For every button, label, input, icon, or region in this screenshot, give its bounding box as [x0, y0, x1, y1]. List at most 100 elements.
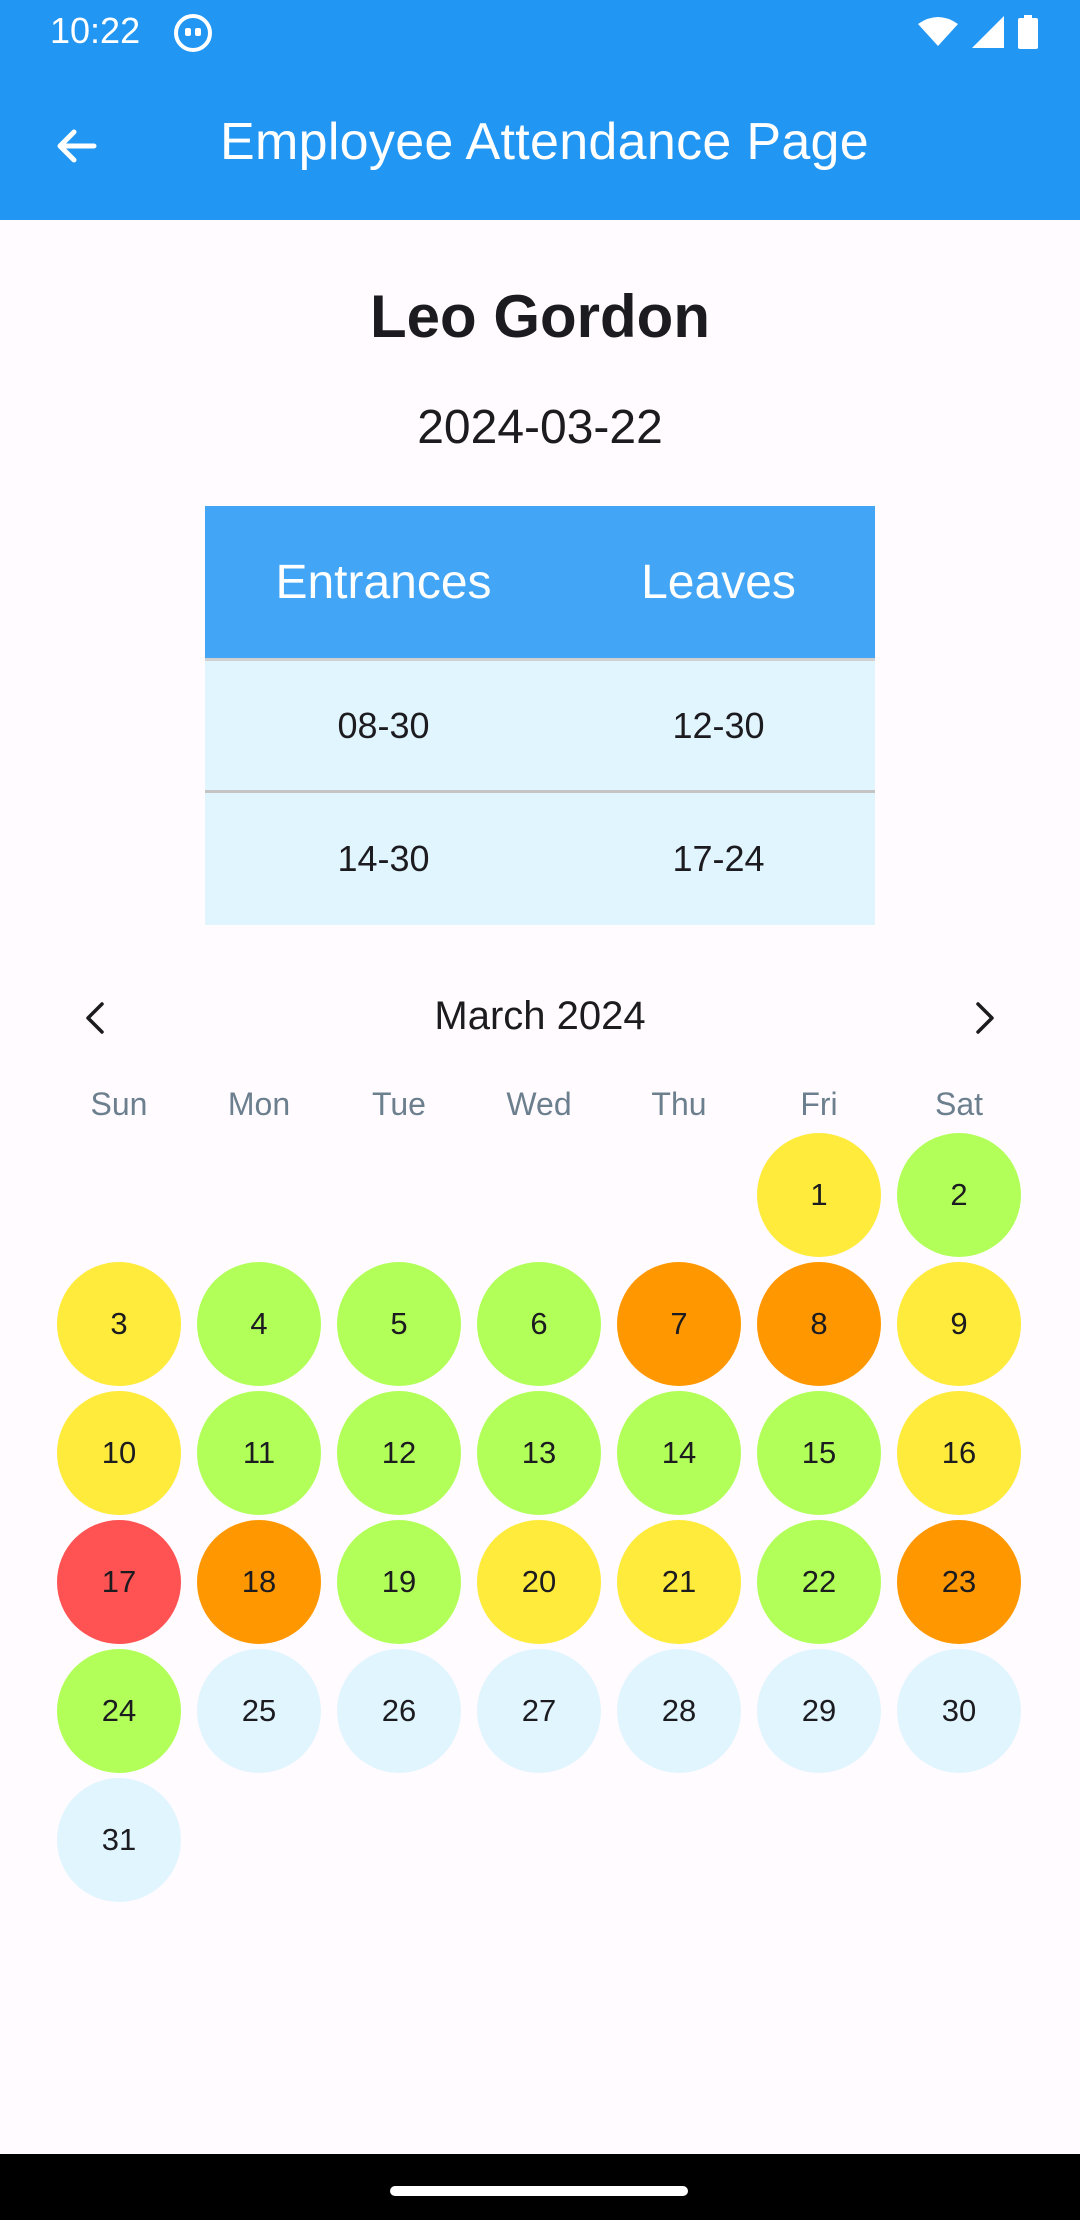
calendar-day-cell: 13	[469, 1388, 609, 1517]
calendar-day-cell: 24	[49, 1646, 189, 1775]
calendar-day-cell: 18	[189, 1517, 329, 1646]
calendar-day-cell: 20	[469, 1517, 609, 1646]
empty-day-cell	[189, 1130, 329, 1259]
calendar-day-cell: 17	[49, 1517, 189, 1646]
calendar-day-26[interactable]: 26	[337, 1648, 461, 1773]
calendar-day-22[interactable]: 22	[757, 1519, 881, 1644]
calendar-day-25[interactable]: 25	[197, 1648, 321, 1773]
header-entrances: Entrances	[275, 555, 492, 609]
next-month-button[interactable]	[948, 982, 1020, 1054]
selected-date: 2024-03-22	[417, 401, 663, 454]
calendar-day-cell: 26	[329, 1646, 469, 1775]
weekday-label: Mon	[227, 1086, 291, 1122]
calendar-day-28[interactable]: 28	[617, 1648, 741, 1773]
attendance-table: Entrances Leaves 08-30 12-30 14-30 17-24	[205, 506, 875, 925]
calendar-day-cell: 8	[749, 1259, 889, 1388]
cell-signal-icon	[972, 16, 1004, 48]
calendar-day-8[interactable]: 8	[757, 1261, 881, 1386]
employee-name: Leo Gordon	[370, 283, 710, 350]
calendar-day-5[interactable]: 5	[337, 1261, 461, 1386]
calendar-day-27[interactable]: 27	[477, 1648, 601, 1773]
calendar-day-cell: 12	[329, 1388, 469, 1517]
calendar-day-2[interactable]: 2	[897, 1132, 1021, 1257]
calendar-day-31[interactable]: 31	[57, 1777, 181, 1902]
chevron-right-icon	[976, 1002, 994, 1034]
home-gesture-handle[interactable]	[390, 2186, 688, 2196]
calendar-day-cell: 4	[189, 1259, 329, 1388]
calendar-day-16[interactable]: 16	[897, 1390, 1021, 1515]
navigation-bar	[0, 2154, 1080, 2220]
calendar-day-cell: 2	[889, 1130, 1029, 1259]
back-button[interactable]	[40, 110, 112, 182]
calendar-day-24[interactable]: 24	[57, 1648, 181, 1773]
calendar-day-cell: 10	[49, 1388, 189, 1517]
weekday-header: Sun Mon Tue Wed Thu Fri Sat	[49, 1086, 1029, 1123]
calendar-day-cell: 7	[609, 1259, 749, 1388]
calendar-day-6[interactable]: 6	[477, 1261, 601, 1386]
leave-cell: 17-24	[672, 838, 765, 879]
arrow-left-icon	[57, 129, 97, 163]
app-bar: Employee Attendance Page	[0, 64, 1080, 220]
calendar-day-12[interactable]: 12	[337, 1390, 461, 1515]
calendar-day-18[interactable]: 18	[197, 1519, 321, 1644]
weekday-label: Wed	[506, 1086, 572, 1122]
table-row: 14-30 17-24	[205, 793, 875, 925]
wifi-icon	[918, 17, 958, 46]
calendar-day-cell: 30	[889, 1646, 1029, 1775]
status-time: 10:22	[50, 10, 141, 51]
calendar-day-cell: 15	[749, 1388, 889, 1517]
weekday-label: Tue	[372, 1086, 426, 1122]
calendar-grid: 1 2 3 4 5 6 7 8 9 10 11 12 13 14 15 16 17 18 19 20 21 22 23 24 2…	[49, 1130, 1029, 1904]
app-notification-icon	[174, 14, 212, 52]
calendar-day-cell: 16	[889, 1388, 1029, 1517]
weekday-label: Sat	[934, 1086, 984, 1122]
calendar-day-30[interactable]: 30	[897, 1648, 1021, 1773]
table-row: 08-30 12-30	[205, 661, 875, 793]
weekday-label: Thu	[651, 1086, 707, 1122]
entrance-cell: 14-30	[337, 838, 430, 879]
calendar-day-14[interactable]: 14	[617, 1390, 741, 1515]
entrance-cell: 08-30	[337, 704, 430, 746]
calendar-day-20[interactable]: 20	[477, 1519, 601, 1644]
calendar-day-cell: 6	[469, 1259, 609, 1388]
calendar-day-11[interactable]: 11	[197, 1390, 321, 1515]
header-leaves: Leaves	[641, 555, 796, 609]
calendar-day-7[interactable]: 7	[617, 1261, 741, 1386]
calendar-day-15[interactable]: 15	[757, 1390, 881, 1515]
calendar-day-cell: 1	[749, 1130, 889, 1259]
calendar-day-cell: 19	[329, 1517, 469, 1646]
calendar-day-cell: 3	[49, 1259, 189, 1388]
weekday-label: Fri	[800, 1086, 838, 1122]
empty-day-cell	[609, 1130, 749, 1259]
empty-day-cell	[469, 1130, 609, 1259]
calendar-day-cell: 11	[189, 1388, 329, 1517]
calendar-day-cell: 5	[329, 1259, 469, 1388]
calendar-day-1[interactable]: 1	[757, 1132, 881, 1257]
calendar-day-cell: 25	[189, 1646, 329, 1775]
calendar-day-13[interactable]: 13	[477, 1390, 601, 1515]
calendar-day-cell: 31	[49, 1775, 189, 1904]
calendar-day-29[interactable]: 29	[757, 1648, 881, 1773]
calendar-day-cell: 21	[609, 1517, 749, 1646]
weekday-label: Sun	[90, 1086, 148, 1122]
calendar-day-19[interactable]: 19	[337, 1519, 461, 1644]
calendar-day-cell: 22	[749, 1517, 889, 1646]
table-header-row: Entrances Leaves	[205, 506, 875, 661]
calendar-header: March 2024	[60, 978, 1020, 1058]
calendar-day-cell: 27	[469, 1646, 609, 1775]
calendar-day-23[interactable]: 23	[897, 1519, 1021, 1644]
calendar-day-3[interactable]: 3	[57, 1261, 181, 1386]
calendar-month-label: March 2024	[434, 994, 646, 1038]
status-bar: 10:22	[0, 0, 1080, 64]
empty-day-cell	[329, 1130, 469, 1259]
status-icons	[918, 14, 1038, 50]
calendar-day-9[interactable]: 9	[897, 1261, 1021, 1386]
empty-day-cell	[49, 1130, 189, 1259]
calendar-day-17[interactable]: 17	[57, 1519, 181, 1644]
calendar-day-4[interactable]: 4	[197, 1261, 321, 1386]
calendar-day-21[interactable]: 21	[617, 1519, 741, 1644]
battery-icon	[1018, 15, 1038, 49]
calendar-day-10[interactable]: 10	[57, 1390, 181, 1515]
calendar-day-cell: 9	[889, 1259, 1029, 1388]
calendar-day-cell: 14	[609, 1388, 749, 1517]
